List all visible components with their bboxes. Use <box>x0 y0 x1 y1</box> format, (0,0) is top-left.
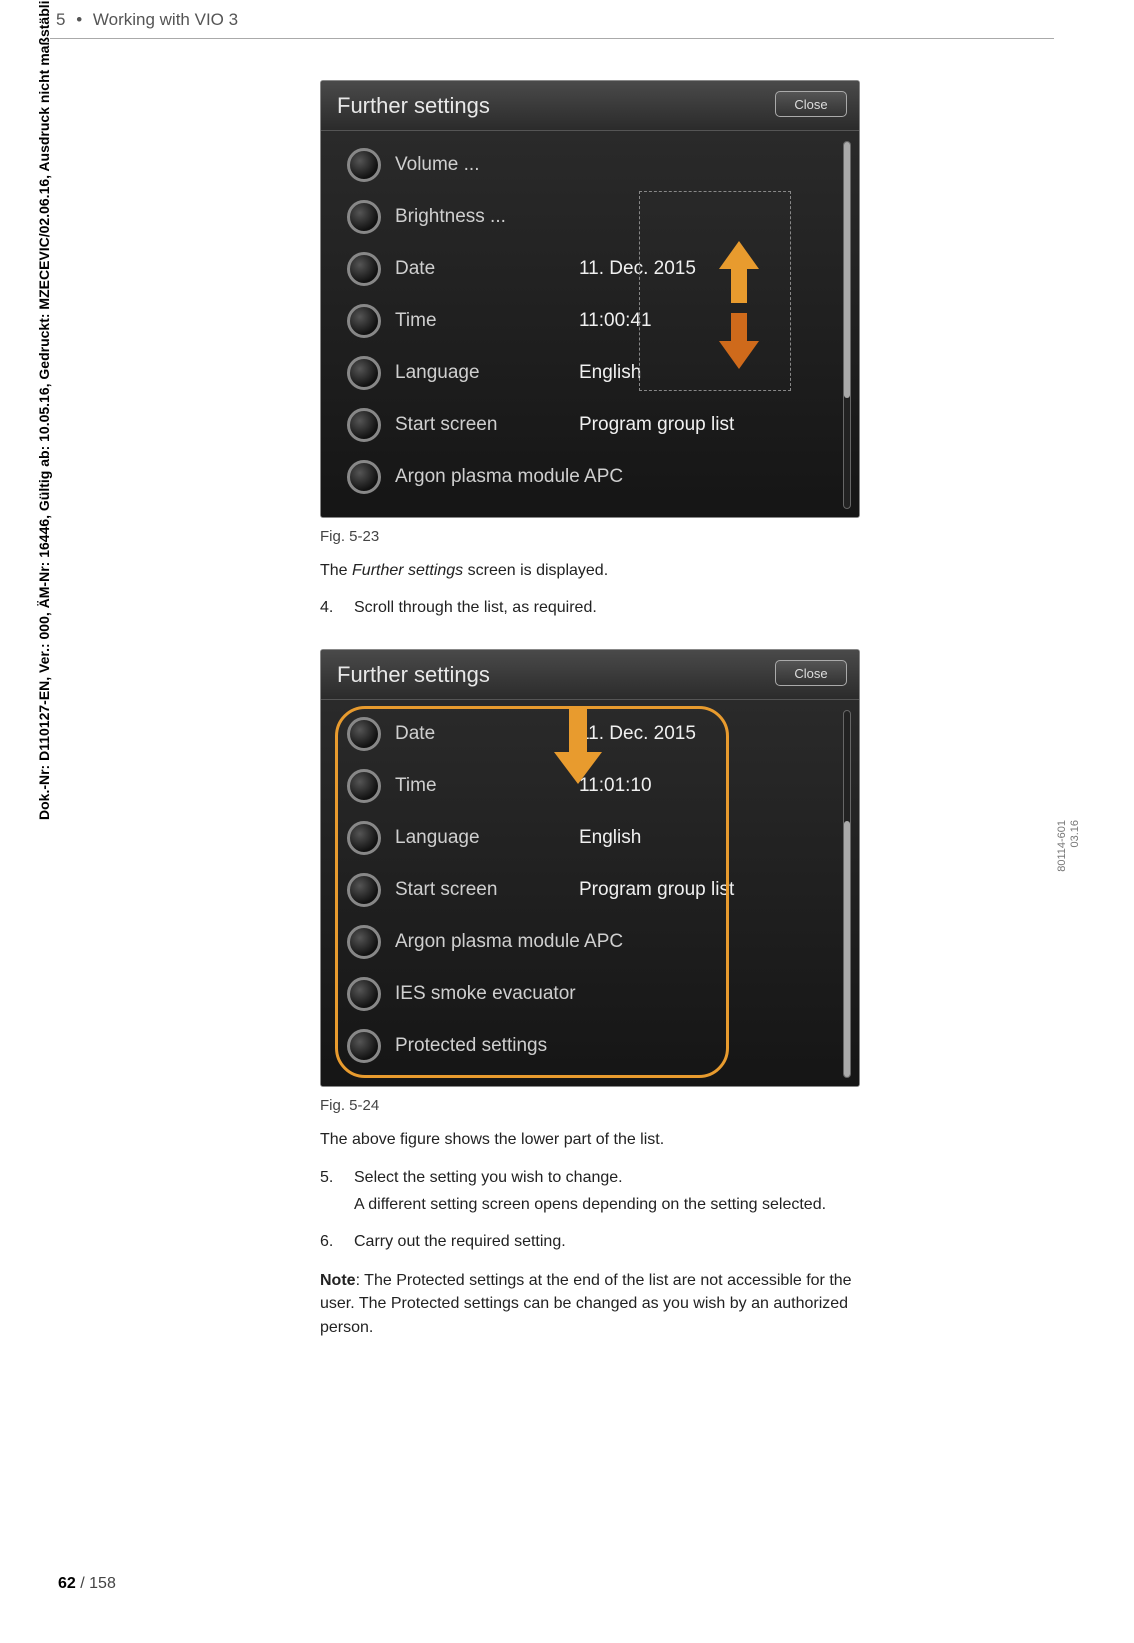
screenshot-further-settings-bottom: Further settings Close Date 11. Dec. 201… <box>320 649 860 1087</box>
close-button-label: Close <box>794 97 827 112</box>
figure-caption: Fig. 5-23 <box>320 528 880 545</box>
setting-row-protected[interactable]: Protected settings <box>329 1020 859 1072</box>
setting-label: Time <box>395 775 565 797</box>
setting-label: Brightness ... <box>395 206 565 228</box>
page-current: 62 <box>58 1575 76 1592</box>
radio-icon <box>347 460 381 494</box>
radio-icon <box>347 873 381 907</box>
annotation-arrow-icon <box>551 708 605 788</box>
radio-icon <box>347 356 381 390</box>
setting-row-apc[interactable]: Argon plasma module APC <box>329 916 859 968</box>
radio-icon <box>347 769 381 803</box>
setting-label: Argon plasma module APC <box>395 466 623 488</box>
bullet-icon: • <box>76 10 82 29</box>
close-button[interactable]: Close <box>775 91 847 117</box>
title-bar: Further settings Close <box>321 650 859 700</box>
radio-icon <box>347 925 381 959</box>
setting-label: Date <box>395 723 565 745</box>
document-code: 80114-601 03.16 <box>1056 820 1082 872</box>
doc-code-2: 03.16 <box>1069 820 1081 848</box>
paragraph: The above figure shows the lower part of… <box>320 1128 880 1151</box>
setting-label: Start screen <box>395 414 565 436</box>
step-text: Select the setting you wish to change. A… <box>354 1166 826 1216</box>
panel-title: Further settings <box>337 662 490 688</box>
page-sep: / <box>76 1575 89 1592</box>
step-4: 4. Scroll through the list, as required. <box>320 596 880 619</box>
radio-icon <box>347 408 381 442</box>
setting-label: Time <box>395 310 565 332</box>
radio-icon <box>347 252 381 286</box>
radio-icon <box>347 304 381 338</box>
setting-row-apc[interactable]: Argon plasma module APC <box>329 451 859 503</box>
panel-title: Further settings <box>337 93 490 119</box>
title-bar: Further settings Close <box>321 81 859 131</box>
step-number: 4. <box>320 596 342 619</box>
radio-icon <box>347 821 381 855</box>
header-divider <box>50 38 1054 39</box>
chapter-header: 5 • Working with VIO 3 <box>56 10 238 30</box>
setting-label: Protected settings <box>395 1035 565 1057</box>
scrollbar-thumb[interactable] <box>844 821 850 1077</box>
radio-icon <box>347 200 381 234</box>
panel-body: Volume ... Brightness ... Date 11. Dec. … <box>321 131 859 518</box>
radio-icon <box>347 1029 381 1063</box>
setting-value: Program group list <box>579 879 734 901</box>
scrollbar-thumb[interactable] <box>844 142 850 398</box>
setting-label: Volume ... <box>395 154 565 176</box>
setting-row-startscreen[interactable]: Start screen Program group list <box>329 864 859 916</box>
note-paragraph: Note: The Protected settings at the end … <box>320 1269 880 1339</box>
close-button[interactable]: Close <box>775 660 847 686</box>
setting-label: Language <box>395 827 565 849</box>
setting-label: IES smoke evacuator <box>395 983 576 1005</box>
step-text: Scroll through the list, as required. <box>354 596 597 619</box>
step-subtext: A different setting screen opens dependi… <box>354 1193 826 1216</box>
figure-caption: Fig. 5-24 <box>320 1097 880 1114</box>
setting-label: Language <box>395 362 565 384</box>
radio-icon <box>347 717 381 751</box>
document-side-note: Dok.-Nr: D110127-EN, Ver.: 000, ÄM-Nr: 1… <box>36 0 52 820</box>
paragraph: The Further settings screen is displayed… <box>320 559 880 582</box>
setting-row-volume[interactable]: Volume ... <box>329 139 859 191</box>
page-total: 158 <box>89 1575 116 1592</box>
step-number: 5. <box>320 1166 342 1216</box>
screenshot-further-settings-top: Further settings Close Volume ... Bright… <box>320 80 860 518</box>
setting-value: English <box>579 362 641 384</box>
setting-row-startscreen[interactable]: Start screen Program group list <box>329 399 859 451</box>
step-text: Carry out the required setting. <box>354 1230 566 1253</box>
step-5: 5. Select the setting you wish to change… <box>320 1166 880 1216</box>
doc-code-1: 80114-601 <box>1056 820 1068 872</box>
setting-row-language[interactable]: Language English <box>329 812 859 864</box>
step-6: 6. Carry out the required setting. <box>320 1230 880 1253</box>
scrollbar[interactable] <box>843 141 851 509</box>
radio-icon <box>347 148 381 182</box>
close-button-label: Close <box>794 666 827 681</box>
chapter-title: Working with VIO 3 <box>93 10 238 29</box>
page-number: 62 / 158 <box>58 1575 116 1593</box>
scrollbar[interactable] <box>843 710 851 1078</box>
scroll-arrow-icon <box>715 241 763 371</box>
main-content: Further settings Close Volume ... Bright… <box>320 80 880 1339</box>
setting-row-ies[interactable]: IES smoke evacuator <box>329 968 859 1020</box>
radio-icon <box>347 977 381 1011</box>
setting-value: Program group list <box>579 414 734 436</box>
setting-label: Start screen <box>395 879 565 901</box>
setting-label: Date <box>395 258 565 280</box>
chapter-number: 5 <box>56 10 65 29</box>
setting-value: English <box>579 827 641 849</box>
setting-label: Argon plasma module APC <box>395 931 623 953</box>
step-number: 6. <box>320 1230 342 1253</box>
